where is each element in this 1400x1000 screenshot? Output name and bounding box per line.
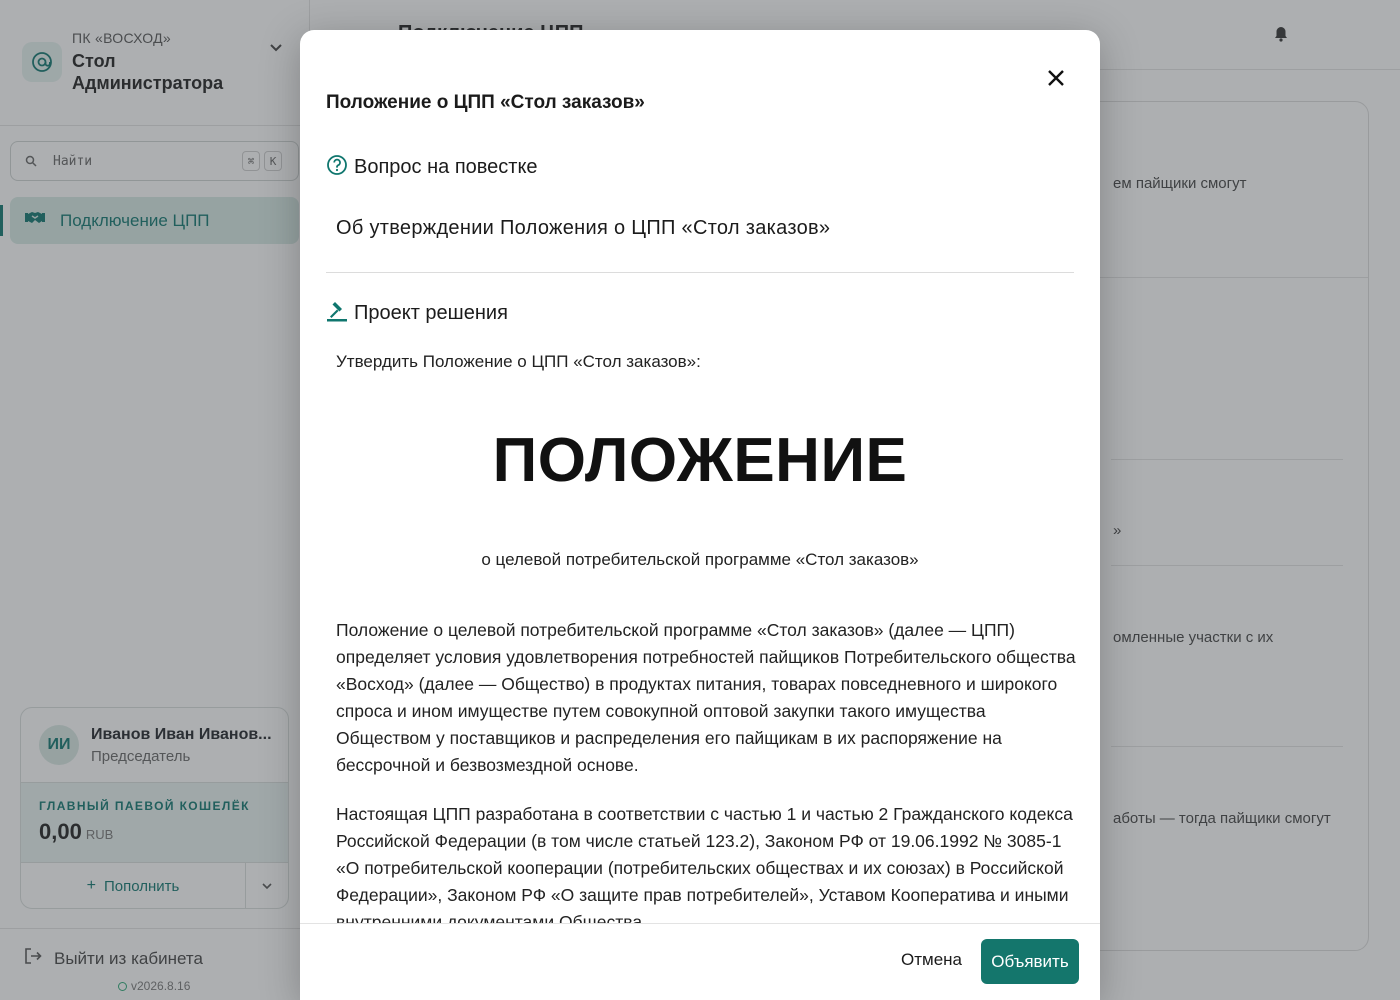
dialog-footer: Отмена Объявить [300, 923, 1100, 1000]
decision-label: Проект решения [354, 302, 508, 324]
document-subtitle: о целевой потребительской программе «Сто… [481, 550, 919, 569]
close-icon [1048, 70, 1064, 86]
agenda-heading: Вопрос на повестке [326, 154, 538, 181]
close-button[interactable] [1042, 64, 1070, 92]
announce-button[interactable]: Объявить [981, 939, 1079, 984]
dialog-title: Положение о ЦПП «Стол заказов» [326, 92, 645, 113]
document-heading: ПОЛОЖЕНИЕ [492, 426, 908, 495]
decision-heading: Проект решения [326, 300, 508, 327]
decision-intro: Утвердить Положение о ЦПП «Стол заказов»… [336, 352, 701, 371]
regulation-dialog: Положение о ЦПП «Стол заказов» Вопрос на… [300, 30, 1100, 1000]
agenda-text: Об утверждении Положения о ЦПП «Стол зак… [336, 217, 831, 239]
gavel-icon [326, 300, 348, 327]
dialog-body[interactable]: Вопрос на повестке Об утверждении Положе… [300, 122, 1100, 923]
question-circle-icon [326, 154, 348, 181]
document-paragraph: Настоящая ЦПП разработана в соответствии… [336, 804, 1073, 923]
document-paragraph: Положение о целевой потребительской прог… [336, 620, 1076, 775]
section-divider [326, 272, 1074, 273]
agenda-label: Вопрос на повестке [354, 156, 538, 178]
cancel-button[interactable]: Отмена [901, 950, 962, 970]
